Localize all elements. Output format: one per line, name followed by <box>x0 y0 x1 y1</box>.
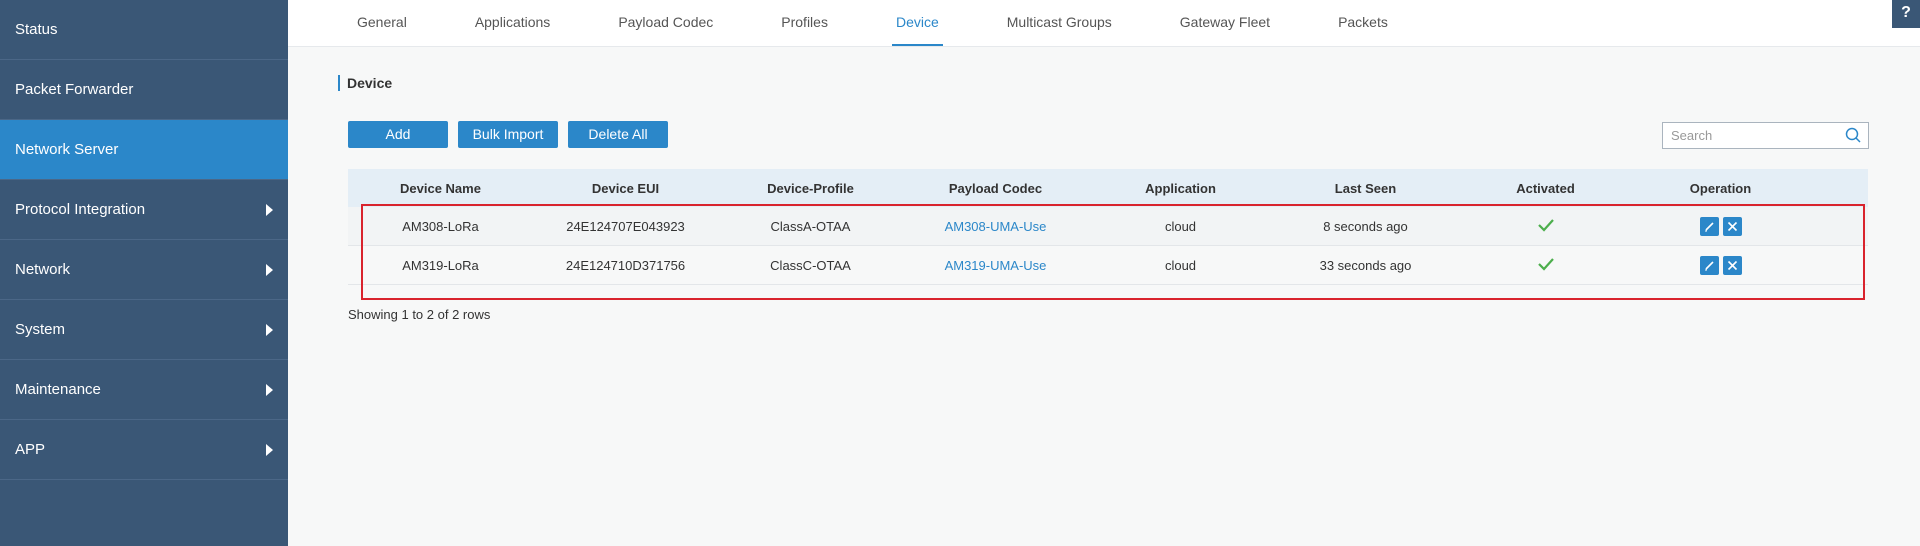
delete-all-button[interactable]: Delete All <box>568 121 668 148</box>
search-box <box>1662 122 1869 149</box>
column-header[interactable]: Device Name <box>348 181 533 196</box>
activated-status <box>1458 257 1633 274</box>
device-eui: 24E124707E043923 <box>566 218 685 234</box>
application: cloud <box>1164 257 1197 273</box>
sidebar-item-label: Network Server <box>15 141 119 158</box>
table-row: AM319-LoRa 24E124710D371756 ClassC-OTAA … <box>348 246 1868 285</box>
help-button[interactable]: ? <box>1892 0 1920 28</box>
table-row: AM308-LoRa 24E124707E043923 ClassA-OTAA … <box>348 207 1868 246</box>
tab-device[interactable]: Device <box>891 0 943 46</box>
device-name: AM319-LoRa <box>402 257 479 273</box>
last-seen: 33 seconds ago <box>1319 257 1412 273</box>
sidebar-item-system[interactable]: System <box>0 300 288 360</box>
bulk-import-button[interactable]: Bulk Import <box>458 121 558 148</box>
edit-button[interactable] <box>1699 255 1719 275</box>
activated-status <box>1458 218 1633 235</box>
payload-codec-link[interactable]: AM308-UMA-Use <box>903 219 1088 234</box>
chevron-right-icon <box>266 383 273 396</box>
tab-multicast-groups[interactable]: Multicast Groups <box>1003 0 1116 46</box>
last-seen: 8 seconds ago <box>1323 218 1408 234</box>
device-eui: 24E124710D371756 <box>565 257 686 273</box>
sidebar-item-label: Network <box>15 261 71 278</box>
close-icon <box>1727 260 1737 270</box>
chevron-right-icon <box>266 203 273 216</box>
table-header: Device Name Device EUI Device-Profile Pa… <box>348 169 1868 207</box>
edit-button[interactable] <box>1699 216 1719 236</box>
search-input[interactable] <box>1663 123 1854 148</box>
tab-gateway-fleet[interactable]: Gateway Fleet <box>1176 0 1274 46</box>
sidebar-item-protocol-integration[interactable]: Protocol Integration <box>0 180 288 240</box>
delete-button[interactable] <box>1722 255 1742 275</box>
chevron-right-icon <box>266 323 273 336</box>
tab-general[interactable]: General <box>353 0 411 46</box>
column-header: Operation <box>1689 180 1752 196</box>
column-header[interactable]: Application <box>1088 181 1273 196</box>
application: cloud <box>1164 218 1197 234</box>
column-header[interactable]: Last Seen <box>1273 181 1458 196</box>
sidebar-item-network[interactable]: Network <box>0 240 288 300</box>
sidebar: Status Packet Forwarder Network Server P… <box>0 0 288 546</box>
device-table: Device Name Device EUI Device-Profile Pa… <box>348 169 1868 285</box>
top-tab-bar: General Applications Payload Codec Profi… <box>288 0 1920 47</box>
sidebar-item-label: Packet Forwarder <box>15 81 134 98</box>
check-icon <box>1537 218 1554 232</box>
delete-button[interactable] <box>1722 216 1742 236</box>
column-header[interactable]: Device-Profile <box>718 181 903 196</box>
tab-packets[interactable]: Packets <box>1334 0 1392 46</box>
sidebar-item-label: Protocol Integration <box>15 201 146 218</box>
device-profile: ClassA-OTAA <box>770 218 851 234</box>
column-header[interactable]: Device EUI <box>533 181 718 196</box>
operation-cell <box>1633 216 1808 236</box>
add-button[interactable]: Add <box>348 121 448 148</box>
page-title: Device <box>338 75 392 91</box>
close-icon <box>1727 221 1737 231</box>
tab-applications[interactable]: Applications <box>471 0 555 46</box>
sidebar-item-label: System <box>15 321 66 338</box>
sidebar-item-packet-forwarder[interactable]: Packet Forwarder <box>0 60 288 120</box>
sidebar-item-label: APP <box>15 441 46 458</box>
sidebar-item-maintenance[interactable]: Maintenance <box>0 360 288 420</box>
sidebar-item-app[interactable]: APP <box>0 420 288 480</box>
device-name: AM308-LoRa <box>402 218 479 234</box>
pencil-icon <box>1704 221 1714 231</box>
column-header[interactable]: Payload Codec <box>903 181 1088 196</box>
pencil-icon <box>1704 260 1714 270</box>
chevron-right-icon <box>266 263 273 276</box>
sidebar-item-network-server[interactable]: Network Server <box>0 120 288 180</box>
pagination-info: Showing 1 to 2 of 2 rows <box>348 307 491 322</box>
operation-cell <box>1633 255 1808 275</box>
tab-payload-codec[interactable]: Payload Codec <box>614 0 717 46</box>
device-profile: ClassC-OTAA <box>770 257 851 273</box>
payload-codec-link[interactable]: AM319-UMA-Use <box>903 258 1088 273</box>
check-icon <box>1537 257 1554 271</box>
column-header[interactable]: Activated <box>1458 181 1633 196</box>
sidebar-item-label: Maintenance <box>15 381 101 398</box>
sidebar-item-label: Status <box>15 21 58 38</box>
search-icon[interactable] <box>1845 127 1862 149</box>
sidebar-item-status[interactable]: Status <box>0 0 288 60</box>
chevron-right-icon <box>266 443 273 456</box>
tab-profiles[interactable]: Profiles <box>777 0 832 46</box>
